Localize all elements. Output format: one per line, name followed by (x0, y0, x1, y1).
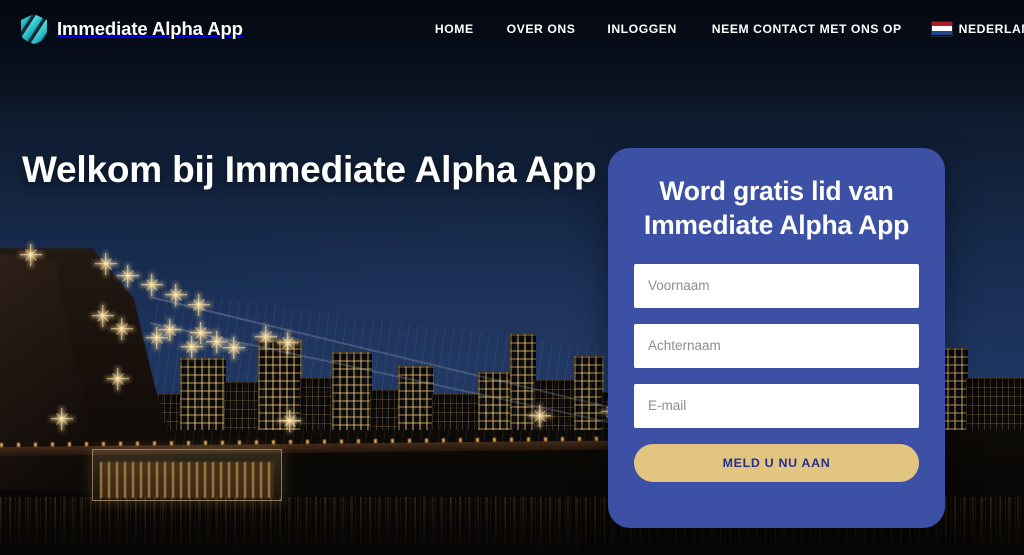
main-navigation: HOME OVER ONS INLOGGEN NEEM CONTACT MET … (435, 16, 1024, 42)
nav-link-contact[interactable]: NEEM CONTACT MET ONS OP (712, 16, 902, 42)
signup-card-title: Word gratis lid van Immediate Alpha App (643, 176, 910, 241)
signup-submit-button[interactable]: MELD U NU AAN (634, 443, 919, 482)
nav-link-home[interactable]: HOME (435, 16, 474, 42)
carousel-interior-lights (100, 462, 274, 498)
site-header: Immediate Alpha App HOME OVER ONS INLOGG… (0, 0, 1024, 57)
first-name-input[interactable] (634, 263, 919, 308)
netherlands-flag-icon (931, 21, 952, 36)
last-name-input[interactable] (634, 323, 919, 368)
language-label: NEDERLANDS (958, 21, 1024, 36)
nav-link-over-ons[interactable]: OVER ONS (507, 16, 576, 42)
brand-name: Immediate Alpha App (57, 17, 243, 39)
hexagon-stripes-logo-icon (21, 13, 47, 44)
page-title: Welkom bij Immediate Alpha App (22, 149, 597, 190)
brand-logo-link[interactable]: Immediate Alpha App (20, 13, 243, 44)
email-input[interactable] (634, 383, 919, 428)
nav-link-inloggen[interactable]: INLOGGEN (607, 16, 676, 42)
landing-page: Immediate Alpha App HOME OVER ONS INLOGG… (0, 0, 1024, 555)
signup-card: Word gratis lid van Immediate Alpha App … (608, 148, 945, 528)
language-selector[interactable]: NEDERLANDS (931, 21, 1024, 36)
